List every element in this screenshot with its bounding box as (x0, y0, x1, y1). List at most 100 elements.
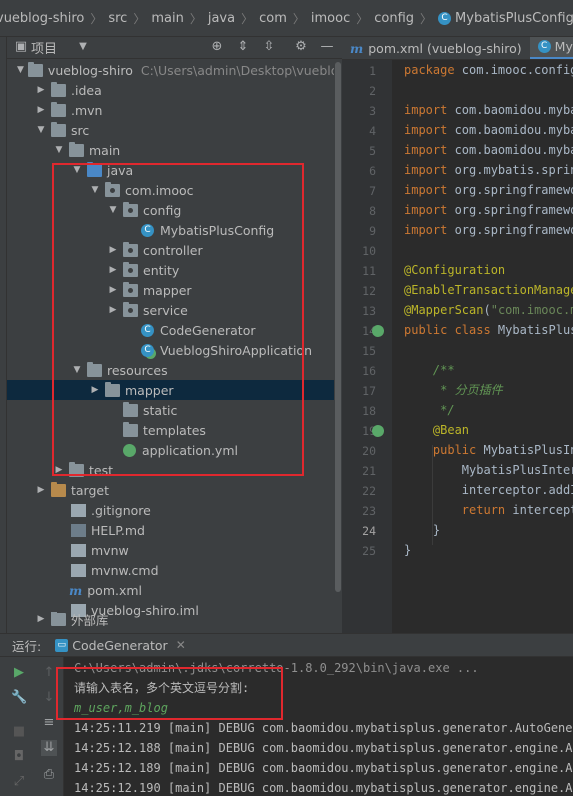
line-number: 24 (362, 524, 376, 538)
project-panel-title[interactable]: 项目 (31, 38, 57, 57)
tree-item[interactable]: ▼ com.imooc (7, 180, 334, 200)
run-tab-codegenerator[interactable]: ▭ CodeGenerator ✕ (55, 638, 186, 653)
tree-item[interactable]: ▼ resources (7, 360, 334, 380)
chevron-down-icon[interactable]: ▼ (89, 185, 101, 195)
chevron-down-icon[interactable]: ▼ (17, 65, 24, 75)
tree-item[interactable]: ▶ service (7, 300, 334, 320)
tree-item[interactable]: ▶ test (7, 460, 334, 480)
project-tree-scrollbar[interactable] (335, 62, 341, 592)
bean-gutter-icon[interactable] (372, 325, 384, 337)
camera-icon[interactable]: ◘ (11, 749, 27, 765)
tree-item[interactable]: HELP.md (7, 520, 334, 540)
tree-item[interactable]: ▶ controller (7, 240, 334, 260)
spring-class-icon: C (141, 343, 154, 357)
tree-item[interactable]: C CodeGenerator (7, 320, 334, 340)
locate-icon[interactable]: ⊕ (209, 39, 225, 55)
breadcrumb-item[interactable]: com 〉 (259, 10, 311, 27)
code-line: @Bean (404, 420, 469, 440)
tree-item[interactable]: ▶ mapper (7, 380, 334, 400)
tree-item[interactable]: ▼ main (7, 140, 334, 160)
tree-item[interactable]: ▼ vueblog-shiro C:\Users\admin\Desktop\vue… (7, 60, 334, 80)
tree-item[interactable]: .gitignore (7, 500, 334, 520)
chevron-down-icon[interactable]: ▼ (35, 125, 47, 135)
editor-tab[interactable]: m pom.xml (vueblog-shiro) (342, 37, 530, 59)
tree-item[interactable]: static (7, 400, 334, 420)
soft-wrap-icon[interactable]: ≡ (41, 715, 57, 731)
code-token: import (404, 223, 455, 237)
code-token: MybatisPlusConfig { (497, 323, 573, 337)
run-tab-label: CodeGenerator (72, 637, 168, 653)
chevron-right-icon: 〉 (356, 11, 369, 26)
tree-item[interactable]: ▶ entity (7, 260, 334, 280)
chevron-down-icon[interactable]: ▼ (71, 365, 83, 375)
indent-guide (432, 445, 433, 545)
tree-item[interactable]: mvnw.cmd (7, 560, 334, 580)
code-editor[interactable]: package com.imooc.config; import com.baom… (392, 60, 573, 633)
arrow-up-icon[interactable]: ↑ (41, 665, 57, 681)
dropdown-chevron-icon[interactable]: ▼ (75, 39, 91, 55)
chevron-down-icon[interactable]: ▼ (107, 205, 119, 215)
line-number: 11 (362, 264, 376, 278)
project-view-icon[interactable]: ▣ (13, 39, 29, 55)
gear-icon[interactable]: ⚙ (293, 39, 309, 55)
expand-all-icon[interactable]: ⇕ (235, 39, 251, 55)
chevron-right-icon[interactable]: ▶ (53, 465, 65, 475)
breadcrumb-item[interactable]: main 〉 (151, 10, 208, 27)
wrench-icon[interactable]: 🔧 (11, 690, 27, 706)
chevron-right-icon[interactable]: ▶ (107, 265, 119, 275)
restore-layout-icon[interactable]: ⤢ (11, 774, 27, 790)
console-output[interactable]: C:\Users\admin\.jdks\corretto-1.8.0_292\… (64, 657, 573, 796)
code-line: import org.springframework.cont (404, 200, 573, 220)
tree-item[interactable]: ▼ src (7, 120, 334, 140)
tree-item[interactable]: ▶ .mvn (7, 100, 334, 120)
editor-tab[interactable]: CMybati (529, 37, 573, 59)
breadcrumb-item[interactable]: CMybatisPlusConfig〉 (438, 10, 573, 27)
print-icon[interactable]: ⎙ (41, 767, 57, 783)
breadcrumb-label: com (259, 10, 287, 26)
chevron-right-icon[interactable]: ▶ (107, 305, 119, 315)
close-icon[interactable]: ✕ (176, 638, 186, 652)
chevron-right-icon[interactable]: ▶ (35, 614, 47, 624)
project-panel-header: ▣ 项目 ▼ ⊕ ⇕ ⇳ ⚙ — (7, 37, 342, 59)
tree-item[interactable]: m pom.xml (7, 580, 334, 600)
arrow-down-icon[interactable]: ↓ (41, 690, 57, 706)
tree-item-label: controller (143, 242, 203, 258)
tree-item[interactable]: ▶ mapper (7, 280, 334, 300)
hide-panel-icon[interactable]: — (319, 39, 335, 55)
breadcrumb-item[interactable]: imooc 〉 (311, 10, 374, 27)
code-token: @EnableTransactionManagement (404, 283, 573, 297)
tree-item-label: application.yml (142, 442, 238, 458)
breadcrumb-item[interactable]: src 〉 (108, 10, 151, 27)
code-token: MybatisPlusInterceptor (483, 443, 573, 457)
tree-item[interactable]: ▼ java (7, 160, 334, 180)
collapse-all-icon[interactable]: ⇳ (261, 39, 277, 55)
tree-item[interactable]: ▼ config (7, 200, 334, 220)
console-line: m_user,m_blog (74, 701, 168, 715)
tree-item[interactable]: mvnw (7, 540, 334, 560)
chevron-right-icon[interactable]: ▶ (107, 285, 119, 295)
chevron-right-icon[interactable]: ▶ (107, 245, 119, 255)
tree-item[interactable]: ▶ 外部库 (7, 612, 334, 626)
chevron-right-icon[interactable]: ▶ (35, 485, 47, 495)
chevron-right-icon[interactable]: ▶ (35, 85, 47, 95)
chevron-right-icon[interactable]: ▶ (89, 385, 101, 395)
breadcrumb-item[interactable]: java 〉 (208, 10, 259, 27)
tree-item[interactable]: ▶ .idea (7, 80, 334, 100)
scroll-to-end-icon[interactable]: ⇊ (41, 740, 57, 756)
chevron-down-icon[interactable]: ▼ (53, 145, 65, 155)
chevron-down-icon[interactable]: ▼ (71, 165, 83, 175)
console-line: C:\Users\admin\.jdks\corretto-1.8.0_292\… (74, 661, 479, 675)
stop-icon[interactable]: ■ (11, 724, 27, 740)
chevron-right-icon[interactable]: ▶ (35, 105, 47, 115)
tree-item[interactable]: C VueblogShiroApplication (7, 340, 334, 360)
tree-item[interactable]: C MybatisPlusConfig (7, 220, 334, 240)
tree-item[interactable]: templates (7, 420, 334, 440)
breadcrumb-item[interactable]: vueblog-shiro 〉 (0, 10, 108, 27)
bean-gutter-icon[interactable] (372, 425, 384, 437)
tree-item-label: MybatisPlusConfig (160, 222, 275, 238)
breadcrumb-item[interactable]: config 〉 (374, 10, 438, 27)
tree-item[interactable]: application.yml (7, 440, 334, 460)
file-icon (71, 563, 86, 577)
run-icon[interactable]: ▶ (11, 665, 27, 681)
tree-item[interactable]: ▶ target (7, 480, 334, 500)
